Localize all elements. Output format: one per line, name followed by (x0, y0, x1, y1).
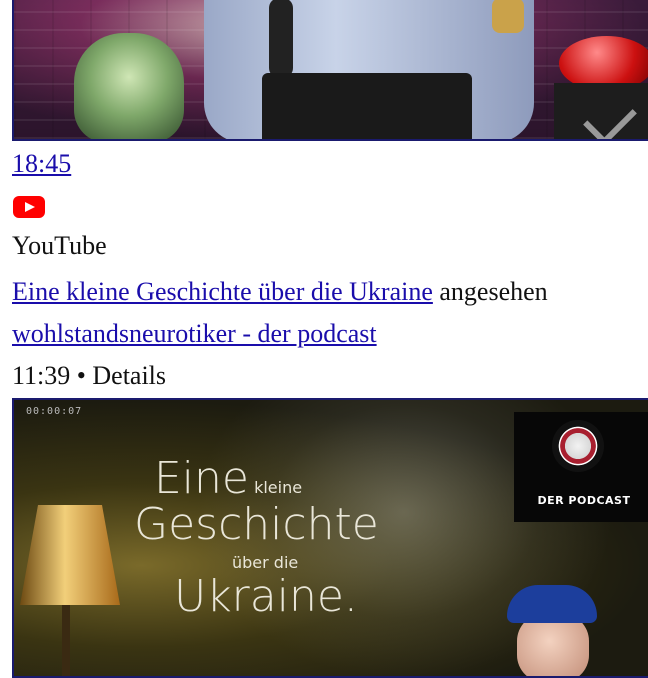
video-duration-link[interactable]: 18:45 (12, 149, 71, 178)
video-thumbnail[interactable]: 00:00:07 Eine kleine Geschichte über die… (12, 398, 648, 678)
channel-link[interactable]: wohlstandsneurotiker - der podcast (12, 319, 377, 348)
watched-action-text: angesehen (439, 277, 548, 306)
source-name: YouTube (12, 231, 107, 260)
history-title-row: Eine kleine Geschichte über die Ukraine … (12, 276, 548, 308)
frog-figure (74, 33, 184, 139)
lamp-shade (20, 505, 120, 605)
video-thumbnail-previous[interactable] (12, 0, 648, 141)
podcast-badge: DER PODCAST (514, 412, 648, 522)
details-link[interactable]: Details (92, 361, 166, 390)
channel-row: wohlstandsneurotiker - der podcast (12, 318, 377, 350)
video-title-link[interactable]: Eine kleine Geschichte über die Ukraine (12, 277, 433, 306)
podcast-logo-icon (552, 420, 604, 472)
podcast-badge-text: DER PODCAST (537, 494, 631, 507)
title-word-kleine: kleine (254, 478, 303, 497)
watch-time: 11:39 (12, 361, 71, 390)
host-person (499, 585, 609, 676)
title-word-eine: Eine (154, 453, 249, 504)
microphone (269, 0, 293, 78)
host-cap (507, 585, 597, 623)
separator-dot: • (76, 361, 86, 390)
title-word-ukraine: Ukraine. (174, 571, 358, 622)
wristwatch (492, 0, 524, 33)
lamp-pole (62, 605, 70, 676)
timestamp-row: 11:39 • Details (12, 360, 166, 392)
title-word-geschichte: Geschichte (134, 499, 379, 550)
timecode-overlay: 00:00:07 (26, 406, 83, 417)
youtube-icon (13, 196, 45, 218)
laptop (262, 73, 472, 139)
title-word-ueber-die: über die (232, 553, 299, 572)
duration-row: 18:45 (12, 148, 71, 180)
